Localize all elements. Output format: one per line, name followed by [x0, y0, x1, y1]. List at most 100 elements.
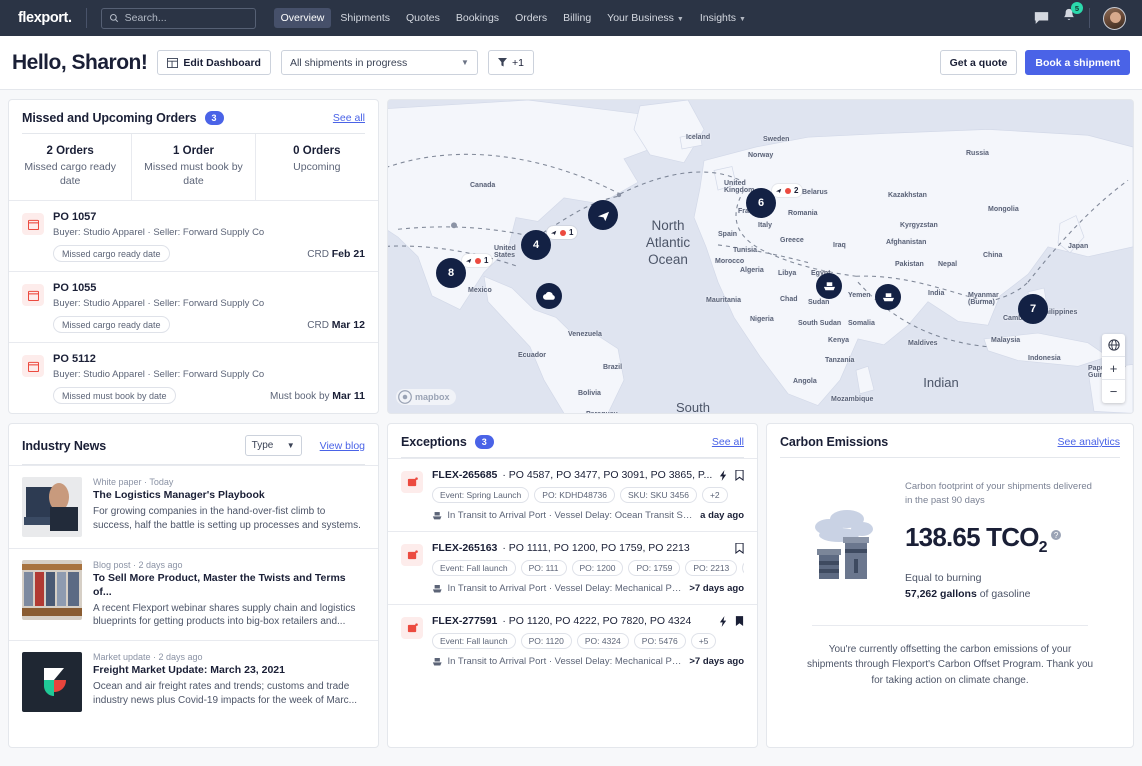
- see-analytics-link[interactable]: See analytics: [1058, 436, 1120, 448]
- order-content: PO 1057 Buyer: Studio Apparel · Seller: …: [53, 211, 365, 262]
- news-content: White paper · Today The Logistics Manage…: [93, 477, 365, 537]
- order-list-item[interactable]: PO 5112 Buyer: Studio Apparel · Seller: …: [9, 342, 378, 413]
- bookmark-icon[interactable]: [735, 543, 744, 554]
- exception-list-item[interactable]: FLEX-265163 · PO 1111, PO 1200, PO 1759,…: [388, 531, 757, 604]
- exception-alert-icon: [401, 544, 423, 566]
- nav-item-orders[interactable]: Orders: [508, 8, 554, 28]
- exception-po-list: · PO 1111, PO 1200, PO 1759, PO 2213: [502, 542, 689, 554]
- order-date-value: Feb 21: [332, 248, 365, 260]
- order-list-item[interactable]: PO 1055 Buyer: Studio Apparel · Seller: …: [9, 271, 378, 342]
- carbon-emissions-card: Carbon Emissions See analytics: [766, 423, 1134, 748]
- orders-stat[interactable]: 2 Orders Missed cargo ready date: [9, 134, 132, 200]
- orders-card-header: Missed and Upcoming Orders 3 See all: [9, 100, 378, 133]
- news-list-item[interactable]: Blog post · 2 days ago To Sell More Prod…: [9, 548, 378, 640]
- exceptions-see-all-link[interactable]: See all: [712, 436, 744, 448]
- book-a-shipment-button[interactable]: Book a shipment: [1025, 50, 1130, 75]
- carbon-equivalent: Equal to burning 57,262 gallons of gasol…: [905, 571, 1101, 603]
- search-input[interactable]: Search...: [101, 8, 256, 29]
- exceptions-card-title: Exceptions: [401, 435, 467, 449]
- news-meta: Market update · 2 days ago: [93, 652, 365, 662]
- exception-po-list: · PO 1120, PO 4222, PO 7820, PO 4324: [502, 615, 691, 627]
- edit-dashboard-button[interactable]: Edit Dashboard: [157, 50, 271, 75]
- orders-card-title: Missed and Upcoming Orders: [22, 111, 197, 125]
- bookmark-icon[interactable]: [735, 470, 744, 481]
- shipment-filter-select[interactable]: All shipments in progress ▼: [281, 50, 478, 75]
- carbon-card-title: Carbon Emissions: [780, 435, 888, 449]
- order-date-label: Must book by: [270, 391, 329, 402]
- bolt-icon[interactable]: [719, 616, 728, 627]
- flexport-logo[interactable]: flexport.: [12, 10, 86, 26]
- page-title: Hello, Sharon!: [12, 51, 147, 75]
- exception-timestamp: >7 days ago: [689, 656, 744, 667]
- map-marker[interactable]: [536, 283, 562, 309]
- news-type-select[interactable]: Type ▼: [245, 435, 302, 456]
- calendar-alert-icon: [22, 284, 44, 306]
- news-thumbnail: [22, 560, 82, 620]
- exception-tag-overflow: +1: [742, 560, 744, 576]
- exception-tag-overflow: +5: [691, 633, 717, 649]
- exceptions-card-header: Exceptions 3 See all: [388, 424, 757, 457]
- mapbox-attribution[interactable]: mapbox: [396, 389, 456, 405]
- nav-links: Overview Shipments Quotes Bookings Order…: [274, 8, 753, 28]
- bookmark-filled-icon[interactable]: [735, 616, 744, 627]
- nav-item-insights[interactable]: Insights▼: [693, 8, 753, 28]
- news-list-item[interactable]: Market update · 2 days ago Freight Marke…: [9, 640, 378, 723]
- messages-icon[interactable]: [1034, 11, 1049, 25]
- alert-dot: [475, 258, 481, 264]
- order-list-item[interactable]: PO 1057 Buyer: Studio Apparel · Seller: …: [9, 200, 378, 271]
- shipment-map[interactable]: NorthAtlanticOcean Indian South CanadaUn…: [387, 99, 1134, 414]
- orders-stat-count: 0 Orders: [262, 145, 372, 157]
- exception-tag: PO: 1120: [521, 633, 572, 649]
- nav-label: Quotes: [406, 12, 440, 24]
- orders-count-badge: 3: [205, 111, 224, 125]
- map-marker[interactable]: [875, 284, 901, 310]
- exception-content: FLEX-265685 · PO 4587, PO 3477, PO 3091,…: [432, 469, 744, 521]
- nav-item-bookings[interactable]: Bookings: [449, 8, 506, 28]
- nav-item-your-business[interactable]: Your Business▼: [600, 8, 691, 28]
- exception-id: FLEX-265685: [432, 469, 497, 481]
- map-marker[interactable]: 7: [1018, 294, 1048, 324]
- order-status-chip: Missed must book by date: [53, 387, 176, 404]
- map-marker[interactable]: [588, 200, 618, 230]
- orders-see-all-link[interactable]: See all: [333, 112, 365, 124]
- map-marker-badge: 1: [462, 254, 492, 267]
- nav-item-shipments[interactable]: Shipments: [333, 8, 397, 28]
- dashboard-content: Missed and Upcoming Orders 3 See all 2 O…: [0, 90, 1142, 757]
- orders-stat[interactable]: 1 Order Missed must book by date: [132, 134, 255, 200]
- map-zoom-controls: + −: [1102, 334, 1125, 403]
- news-description: Ocean and air freight rates and trends; …: [93, 680, 365, 708]
- plane-mini-icon: [466, 258, 472, 264]
- view-blog-link[interactable]: View blog: [320, 440, 365, 452]
- get-a-quote-button[interactable]: Get a quote: [940, 50, 1018, 75]
- exception-id: FLEX-277591: [432, 615, 497, 627]
- news-title: Freight Market Update: March 23, 2021: [93, 664, 365, 678]
- exception-list-item[interactable]: FLEX-277591 · PO 1120, PO 4222, PO 7820,…: [388, 604, 757, 677]
- exception-timestamp: a day ago: [700, 510, 744, 521]
- nav-item-overview[interactable]: Overview: [274, 8, 332, 28]
- info-icon[interactable]: ?: [1051, 530, 1061, 540]
- exception-tag: SKU: SKU 3456: [620, 487, 697, 503]
- bolt-icon[interactable]: [719, 470, 728, 481]
- map-zoom-out-button[interactable]: −: [1102, 380, 1125, 403]
- exception-tag: PO: 111: [521, 560, 567, 576]
- nav-divider: [86, 8, 87, 28]
- nav-item-billing[interactable]: Billing: [556, 8, 598, 28]
- map-zoom-in-button[interactable]: +: [1102, 357, 1125, 380]
- notifications-button[interactable]: 5: [1062, 8, 1076, 28]
- order-parties: Buyer: Studio Apparel · Seller: Forward …: [53, 369, 365, 380]
- order-date: CRD Feb 21: [307, 248, 365, 260]
- filter-button[interactable]: +1: [488, 50, 534, 75]
- orders-stat[interactable]: 0 Orders Upcoming: [256, 134, 378, 200]
- map-globe-button[interactable]: [1102, 334, 1125, 357]
- nav-item-quotes[interactable]: Quotes: [399, 8, 447, 28]
- order-date-value: Mar 11: [332, 390, 365, 402]
- exceptions-count-badge: 3: [475, 435, 494, 449]
- news-list-item[interactable]: White paper · Today The Logistics Manage…: [9, 465, 378, 548]
- map-marker[interactable]: [816, 273, 842, 299]
- news-card-title: Industry News: [22, 439, 106, 453]
- globe-icon: [1108, 339, 1120, 351]
- avatar[interactable]: [1103, 7, 1126, 30]
- exception-tag: PO: 4324: [577, 633, 629, 649]
- exception-tag: PO: 5476: [634, 633, 686, 649]
- exception-list-item[interactable]: FLEX-265685 · PO 4587, PO 3477, PO 3091,…: [388, 458, 757, 531]
